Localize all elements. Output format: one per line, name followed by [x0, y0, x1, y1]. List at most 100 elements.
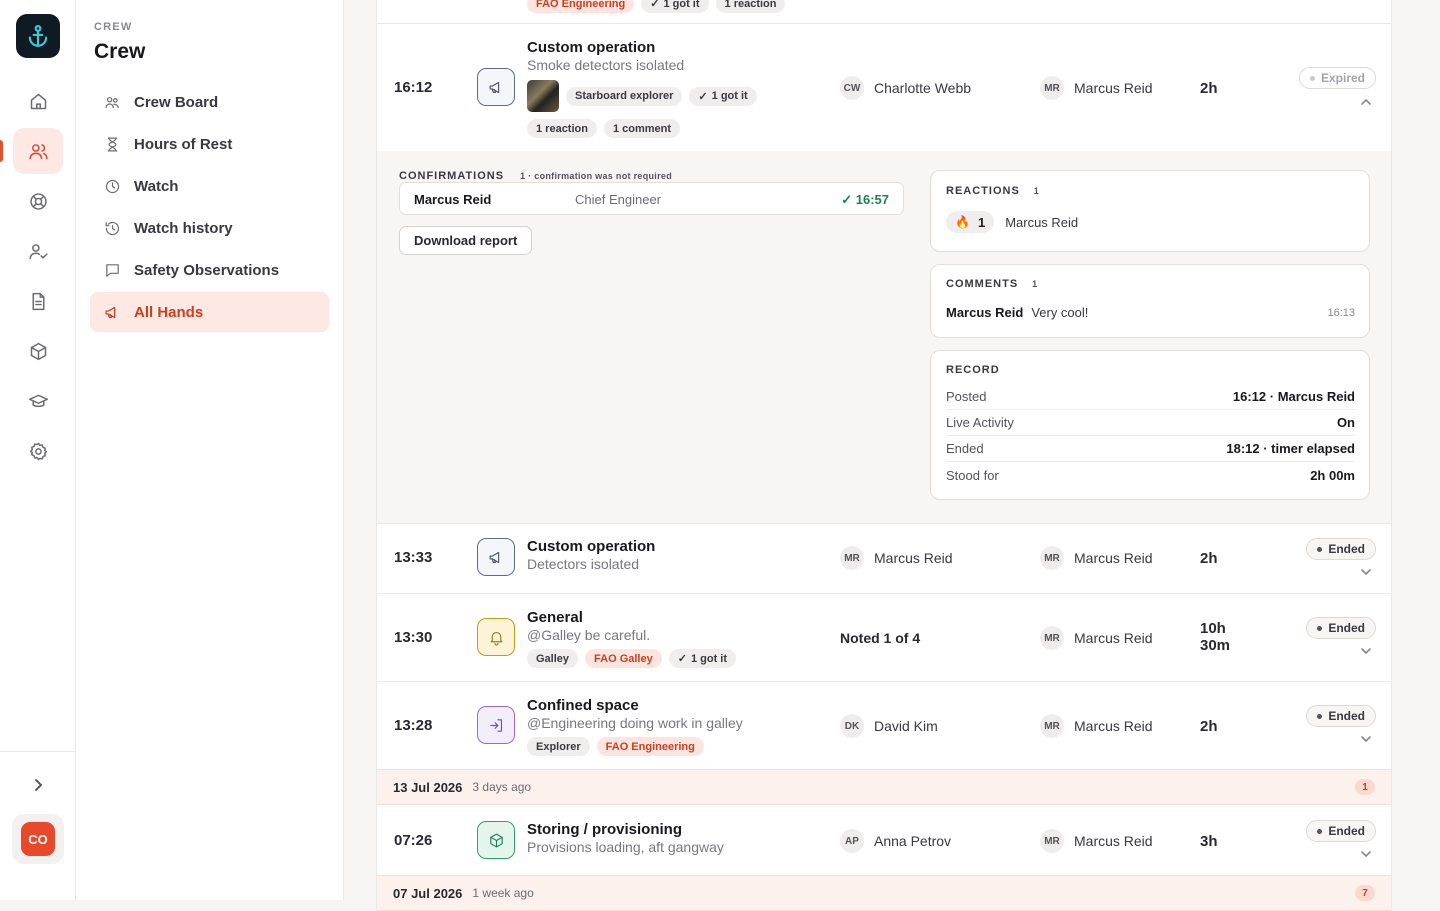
graduation-cap-icon[interactable] — [13, 378, 63, 424]
row-title: Custom operation — [527, 538, 656, 555]
box-icon[interactable] — [13, 328, 63, 374]
sidebar-item-all-hands[interactable]: All Hands — [90, 292, 329, 332]
approver-name: Marcus Reid — [1074, 630, 1153, 646]
chip: FAO Engineering — [527, 0, 635, 13]
sidebar-title: Crew — [94, 40, 146, 63]
row-subtitle: Smoke detectors isolated — [527, 57, 685, 73]
photo-thumbnail[interactable] — [527, 80, 559, 112]
approver: MR Marcus Reid — [1040, 829, 1153, 853]
sidebar-item-label: All Hands — [134, 303, 204, 321]
comments-count: 1 — [1032, 279, 1038, 289]
status-badge: Ended — [1306, 617, 1376, 639]
creator: AP Anna Petrov — [840, 829, 951, 853]
row-time: 13:30 — [394, 629, 433, 646]
chevron-down-icon[interactable] — [1360, 732, 1372, 744]
comment-time: 16:13 — [1327, 307, 1355, 319]
message-square-icon — [106, 263, 119, 277]
document-icon[interactable] — [13, 278, 63, 324]
chip: 1 reaction — [527, 119, 597, 138]
approver-name: Marcus Reid — [1074, 833, 1153, 849]
sidebar-item-label: Safety Observations — [134, 261, 280, 279]
row-subtitle: Detectors isolated — [527, 556, 640, 572]
chip: 1 got it — [689, 86, 757, 106]
record-row: Posted 16:12 · Marcus Reid — [946, 384, 1355, 410]
sidebar-item-watch[interactable]: Watch — [90, 166, 329, 206]
chevron-down-icon[interactable] — [1360, 847, 1372, 859]
record-value: 18:12 · timer elapsed — [1226, 441, 1355, 456]
sidebar-eyebrow: CREW — [94, 21, 133, 33]
confirmation-role: Chief Engineer — [575, 192, 661, 207]
row-duration: 2h — [1200, 550, 1218, 567]
clock-icon — [105, 179, 120, 193]
row-chips: Explorer FAO Engineering — [527, 737, 704, 756]
record-value: 16:12 · Marcus Reid — [1232, 389, 1355, 404]
status-badge: Expired — [1298, 67, 1376, 89]
group-count-badge: 7 — [1355, 885, 1375, 901]
group-date: 07 Jul 2026 — [393, 885, 463, 901]
status-badge: Ended — [1306, 538, 1376, 560]
comment-text: Very cool! — [1031, 305, 1089, 320]
icon-rail: CO — [0, 0, 76, 900]
noted-count: Noted 1 of 4 — [840, 630, 921, 646]
confirmations-label: CONFIRMATIONS — [399, 170, 505, 182]
sidebar-item-watch-history[interactable]: Watch history — [90, 208, 329, 248]
reactions-count: 1 — [1033, 186, 1040, 196]
reaction-pill[interactable]: 🔥 1 — [946, 211, 995, 233]
download-report-button[interactable]: Download report — [399, 226, 533, 255]
divider — [377, 593, 1391, 594]
avatar-container[interactable]: CO — [12, 814, 64, 864]
reaction-name: Marcus Reid — [1005, 214, 1079, 230]
rail-divider — [0, 751, 76, 752]
avatar: MR — [1040, 76, 1064, 100]
approver-name: Marcus Reid — [1074, 550, 1153, 566]
chevron-up-icon[interactable] — [1360, 95, 1372, 107]
divider — [377, 523, 1391, 524]
sidebar-item-crew-board[interactable]: Crew Board — [90, 82, 329, 122]
creator: CW Charlotte Webb — [840, 76, 971, 100]
row-title: General — [527, 609, 583, 626]
history-icon — [105, 221, 120, 235]
comments-box: COMMENTS 1 Marcus Reid Very cool! 16:13 — [930, 264, 1370, 338]
check-icon: ✓ — [841, 192, 856, 207]
anchor-logo-icon[interactable] — [16, 14, 60, 58]
status-badge: Ended — [1306, 705, 1376, 727]
creator-name: Charlotte Webb — [874, 80, 972, 96]
chevron-right-icon[interactable] — [28, 775, 48, 795]
row-chips: 1 reaction 1 comment — [527, 119, 681, 138]
reaction-item: 🔥 1 Marcus Reid — [946, 211, 1078, 233]
hourglass-icon — [107, 137, 118, 151]
approver: MR Marcus Reid — [1040, 714, 1153, 738]
chevron-down-icon[interactable] — [1360, 644, 1372, 656]
sidebar-item-safety-observations[interactable]: Safety Observations — [90, 250, 329, 290]
record-box: RECORD Posted 16:12 · Marcus Reid Live Ac… — [930, 350, 1370, 500]
approver-name: Marcus Reid — [1074, 718, 1153, 734]
row-subtitle: Provisions loading, aft gangway — [527, 839, 724, 855]
row-title: Storing / provisioning — [527, 821, 682, 838]
row-time: 07:26 — [394, 832, 433, 849]
comments-header: COMMENTS 1 — [946, 278, 1037, 290]
creator-name: Anna Petrov — [874, 833, 952, 849]
row-title: Confined space — [527, 697, 639, 714]
creator: DK David Kim — [840, 714, 938, 738]
sidebar: CREW Crew Crew Board Hours of Rest Watch… — [76, 0, 344, 900]
approver: MR Marcus Reid — [1040, 76, 1153, 100]
avatar[interactable]: CO — [21, 822, 55, 856]
gear-icon[interactable] — [13, 428, 63, 474]
lifebuoy-icon[interactable] — [13, 178, 63, 224]
row-title: Custom operation — [527, 39, 656, 56]
record-label: RECORD — [946, 364, 1000, 376]
avatar: MR — [1040, 829, 1064, 853]
row-duration: 3h — [1200, 833, 1218, 850]
chip: Galley — [527, 649, 579, 668]
chevron-down-icon[interactable] — [1360, 565, 1372, 577]
record-value: 2h 00m — [1310, 467, 1355, 483]
user-check-icon[interactable] — [13, 228, 63, 274]
reactions-box: REACTIONS 1 🔥 1 Marcus Reid — [930, 170, 1370, 252]
operations-list: FAO Engineering 1 got it 1 reaction 16:1… — [376, 0, 1392, 911]
confirmation-time: ✓ 16:57 — [841, 192, 889, 208]
chip: 1 got it — [641, 0, 709, 13]
home-icon[interactable] — [13, 78, 63, 124]
bell-icon — [477, 618, 515, 656]
crew-users-icon[interactable] — [13, 128, 63, 174]
sidebar-item-hours-of-rest[interactable]: Hours of Rest — [90, 124, 329, 164]
